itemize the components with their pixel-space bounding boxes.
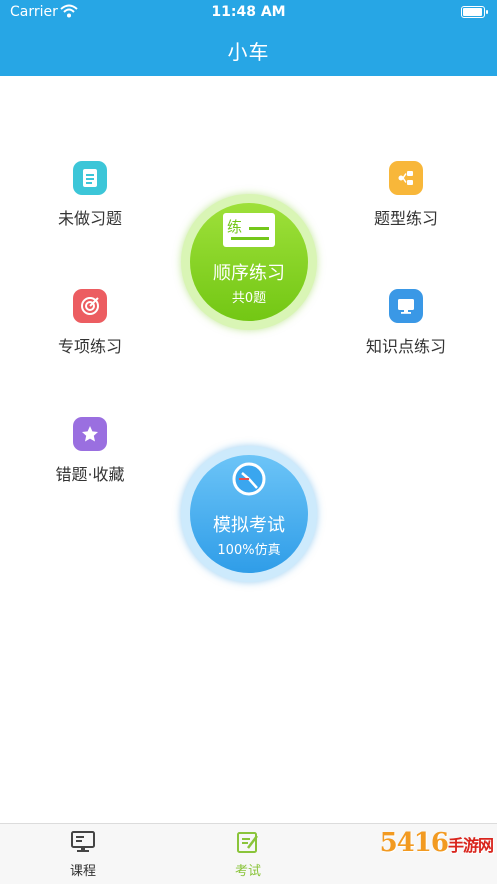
practice-title: 顺序练习 — [213, 263, 285, 284]
status-bar: Carrier 11:48 AM — [0, 0, 497, 26]
monitor-icon — [43, 830, 123, 858]
menu-item-unanswered[interactable]: 未做习题 — [30, 161, 150, 229]
menu-label: 专项练习 — [57, 337, 122, 356]
menu-label: 题型练习 — [373, 209, 438, 228]
page-title: 小车 — [227, 40, 270, 64]
tab-courses[interactable]: 课程 — [43, 830, 123, 879]
menu-item-knowledge-points[interactable]: 知识点练习 — [346, 289, 466, 357]
share-nodes-icon — [389, 161, 423, 195]
watermark-logo: 5416手游网 — [379, 828, 494, 858]
menu-item-special-practice[interactable]: 专项练习 — [30, 289, 150, 357]
status-time: 11:48 AM — [211, 4, 286, 20]
navigation-header: Carrier 11:48 AM 小车 — [0, 0, 497, 76]
clock-icon — [231, 461, 267, 497]
sequential-practice-circle: 练 顺序练习 共0题 — [190, 203, 308, 321]
practice-subtitle: 共0题 — [231, 291, 267, 306]
star-icon — [73, 417, 107, 451]
exam-title: 模拟考试 — [213, 515, 285, 536]
menu-item-question-types[interactable]: 题型练习 — [346, 161, 466, 229]
edit-icon — [208, 830, 288, 858]
exam-subtitle: 100%仿真 — [217, 543, 281, 558]
monitor-icon — [389, 289, 423, 323]
tab-exam[interactable]: 考试 — [208, 830, 288, 879]
menu-label: 知识点练习 — [365, 337, 446, 356]
menu-item-mistakes-favorites[interactable]: 错题·收藏 — [30, 417, 150, 485]
practice-card-icon: 练 — [223, 213, 275, 247]
watermark-text: 手游网 — [447, 836, 494, 855]
mock-exam-circle: 模拟考试 100%仿真 — [190, 455, 308, 573]
tab-label: 课程 — [69, 864, 96, 879]
practice-badge: 练 — [227, 218, 243, 236]
menu-label: 错题·收藏 — [55, 465, 125, 484]
tab-label: 考试 — [234, 864, 261, 879]
target-icon — [73, 289, 107, 323]
battery-icon — [461, 6, 488, 18]
document-icon — [73, 161, 107, 195]
menu-label: 未做习题 — [57, 209, 122, 228]
watermark-digits: 5416 — [379, 828, 449, 858]
sequential-practice-button[interactable]: 练 顺序练习 共0题 — [181, 194, 317, 330]
mock-exam-button[interactable]: 模拟考试 100%仿真 — [181, 446, 317, 582]
